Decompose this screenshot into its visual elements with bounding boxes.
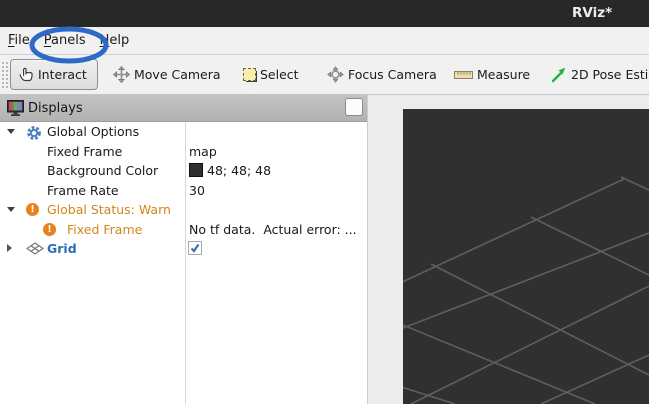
crosshair-icon <box>327 66 344 83</box>
measure-tool[interactable]: Measure <box>454 55 530 94</box>
title-bar: RViz* <box>0 0 649 27</box>
global-status-label: Global Status: Warn <box>47 202 171 217</box>
hand-pointer-icon <box>18 67 34 83</box>
grid-enabled-checkbox[interactable] <box>188 241 202 255</box>
ground-grid <box>403 109 649 404</box>
frame-rate-label: Frame Rate <box>47 183 119 198</box>
status-fixed-frame-value: No tf data. Actual error: ... <box>189 222 357 237</box>
status-fixed-frame-label: Fixed Frame <box>67 222 142 237</box>
displays-panel-title: Displays <box>28 101 83 116</box>
move-arrows-icon <box>113 66 130 83</box>
move-camera-tool[interactable]: Move Camera <box>113 55 221 94</box>
panel-float-button[interactable] <box>345 98 363 116</box>
focus-camera-label: Focus Camera <box>348 67 437 82</box>
select-tool[interactable]: Select <box>243 55 299 94</box>
checkmark-icon <box>189 242 201 254</box>
frame-rate-value[interactable]: 30 <box>189 183 205 198</box>
color-swatch <box>189 163 203 177</box>
menu-bar: File Panels Help <box>0 27 649 55</box>
toolbar: Interact Move Camera Select Focus Camera <box>0 55 649 95</box>
ruler-icon <box>454 70 473 80</box>
expander-expand-icon[interactable] <box>7 244 12 252</box>
interact-tool-label: Interact <box>38 67 87 82</box>
measure-label: Measure <box>477 67 530 82</box>
gear-icon <box>26 125 42 141</box>
background-color-value[interactable]: 48; 48; 48 <box>189 163 271 178</box>
rviz-window: RViz* File Panels Help Interact <box>0 0 649 404</box>
menu-help-label: H <box>100 33 110 48</box>
menu-file[interactable]: File <box>8 27 37 54</box>
toolbar-drag-handle[interactable] <box>2 62 8 88</box>
menu-panels-label: P <box>44 33 51 48</box>
global-options-label: Global Options <box>47 124 139 139</box>
window-title: RViz* <box>572 5 612 21</box>
warning-icon: ! <box>26 203 39 216</box>
render-viewport[interactable] <box>403 109 649 404</box>
tree-row-background-color[interactable]: Background Color 48; 48; 48 <box>0 161 367 181</box>
grid-display-label: Grid <box>47 241 77 256</box>
main-area: Displays Global Options Fixed Frame <box>0 95 649 404</box>
tree-row-status-fixed-frame[interactable]: ! Fixed Frame No tf data. Actual error: … <box>0 220 367 240</box>
menu-panels[interactable]: Panels <box>37 27 93 54</box>
interact-tool-button[interactable]: Interact <box>10 59 98 90</box>
select-label: Select <box>260 67 299 82</box>
background-color-label: Background Color <box>47 163 158 178</box>
displays-panel: Displays Global Options Fixed Frame <box>0 95 368 404</box>
menu-help[interactable]: Help <box>93 27 137 54</box>
tree-row-global-status[interactable]: ! Global Status: Warn <box>0 200 367 220</box>
displays-panel-header[interactable]: Displays <box>0 95 367 122</box>
focus-camera-tool[interactable]: Focus Camera <box>327 55 437 94</box>
pose-arrow-icon <box>551 67 567 83</box>
displays-tree: Global Options Fixed Frame map Backgroun… <box>0 122 367 404</box>
pose-estimate-tool[interactable]: 2D Pose Esti <box>551 55 648 94</box>
monitor-icon <box>7 100 24 117</box>
grid-icon <box>26 242 44 255</box>
tree-row-global-options[interactable]: Global Options <box>0 122 367 142</box>
selection-box-icon <box>243 68 256 81</box>
pose-estimate-label: 2D Pose Esti <box>571 67 648 82</box>
expander-collapse-icon[interactable] <box>7 207 15 212</box>
fixed-frame-value[interactable]: map <box>189 144 217 159</box>
tree-row-frame-rate[interactable]: Frame Rate 30 <box>0 181 367 201</box>
move-camera-label: Move Camera <box>134 67 221 82</box>
warning-icon: ! <box>43 223 56 236</box>
tree-row-fixed-frame[interactable]: Fixed Frame map <box>0 142 367 162</box>
tree-row-grid[interactable]: Grid <box>0 239 367 259</box>
expander-collapse-icon[interactable] <box>7 129 15 134</box>
fixed-frame-label: Fixed Frame <box>47 144 122 159</box>
